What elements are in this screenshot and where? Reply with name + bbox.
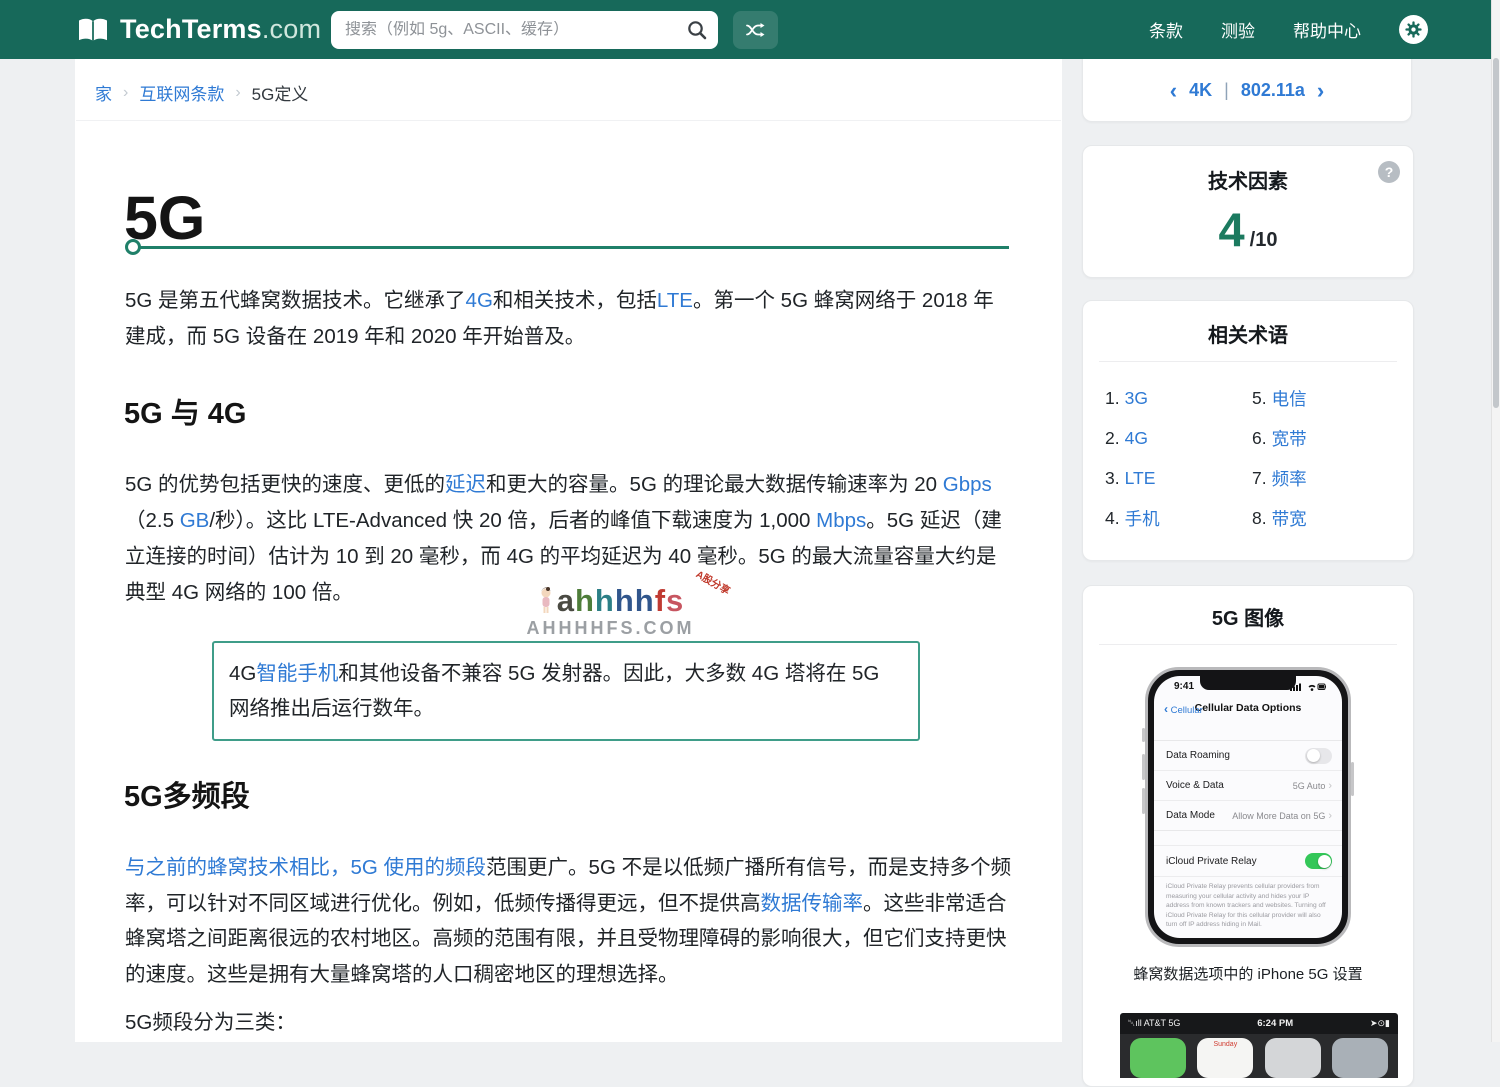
- top-navigation: 条款 测验 帮助中心: [1149, 0, 1428, 59]
- phone-row-data-mode: Data Mode Allow More Data on 5G›: [1154, 800, 1342, 830]
- related-link-broadband[interactable]: 宽带: [1272, 426, 1307, 451]
- breadcrumb-home-link[interactable]: 家: [95, 80, 112, 105]
- tech-factor-title: 技术因素: [1083, 165, 1413, 194]
- list-item: 3.LTE: [1105, 458, 1252, 498]
- app-icon: [1130, 1038, 1186, 1078]
- phone-status-time: 9:41: [1174, 681, 1194, 692]
- list-item: 7.频率: [1252, 458, 1399, 498]
- list-item: 5.电信: [1252, 378, 1399, 418]
- tech-factor-card: 技术因素 ? 4 /10: [1082, 145, 1414, 278]
- section-heading-5g-bands: 5G多频段: [124, 773, 250, 815]
- prev-term-link[interactable]: 4K: [1189, 80, 1212, 101]
- related-link-phone[interactable]: 手机: [1125, 506, 1160, 531]
- iphone-settings-image: 9:41 ‹ Cellular Cellular Data Options Da…: [1145, 667, 1351, 947]
- section-heading-5g-vs-4g: 5G 与 4G: [124, 390, 247, 432]
- chevron-right-icon: ›: [1328, 780, 1332, 792]
- tech-factor-score: 4: [1219, 202, 1245, 257]
- underline-line: [140, 246, 1009, 249]
- shuffle-icon: [746, 22, 766, 38]
- list-item: 1.3G: [1105, 378, 1252, 418]
- link-lte[interactable]: LTE: [657, 289, 693, 312]
- iphone-homescreen-image: ␀ıll AT&T 5G 6:24 PM ➤⊙▮ Sunday: [1120, 1013, 1398, 1073]
- related-link-bandwidth[interactable]: 带宽: [1272, 506, 1307, 531]
- image-caption: 蜂窝数据选项中的 iPhone 5G 设置: [1083, 963, 1413, 984]
- related-link-frequency[interactable]: 频率: [1272, 466, 1307, 491]
- link-gb[interactable]: GB: [180, 509, 210, 532]
- nav-terms[interactable]: 条款: [1149, 17, 1183, 42]
- underline-dot: [125, 239, 141, 255]
- search-icon[interactable]: [686, 19, 708, 41]
- card-divider: [1099, 644, 1397, 645]
- phone-row-voice-data: Voice & Data 5G Auto›: [1154, 770, 1342, 800]
- phone-notch: [1200, 676, 1296, 690]
- site-logo[interactable]: TechTerms.com: [75, 0, 321, 59]
- intro-paragraph: 5G 是第五代蜂窝数据技术。它继承了4G和相关技术，包括LTE。第一个 5G 蜂…: [125, 283, 1011, 355]
- list-item: 8.带宽: [1252, 498, 1399, 538]
- settings-gear-icon[interactable]: [1399, 15, 1428, 44]
- homescreen-carrier: ␀ıll AT&T 5G: [1128, 1018, 1180, 1029]
- app-icon: [1265, 1038, 1321, 1078]
- 5g-image-card: 5G 图像 9:41 ‹ Cellular Cellular Data Opti…: [1082, 585, 1414, 1087]
- related-terms-title: 相关术语: [1083, 319, 1413, 348]
- phone-row-data-roaming: Data Roaming: [1154, 741, 1342, 770]
- link-data-transfer-rate[interactable]: 数据传输率: [761, 892, 864, 915]
- link-4g[interactable]: 4G: [466, 289, 493, 312]
- watermark-wordmark: ahhhhfs: [557, 586, 685, 616]
- link-frequency-bands[interactable]: 与之前的蜂窝技术相比，5G 使用的频段: [125, 856, 486, 879]
- list-item: 2.4G: [1105, 418, 1252, 458]
- breadcrumb-section-link[interactable]: 互联网条款: [139, 80, 224, 105]
- breadcrumb-divider: [76, 120, 1061, 121]
- title-underline: [125, 239, 1009, 255]
- related-link-4g[interactable]: 4G: [1125, 428, 1148, 449]
- nav-quizzes[interactable]: 测验: [1221, 17, 1255, 42]
- search-input[interactable]: [331, 21, 686, 39]
- toggle-off: [1305, 748, 1332, 764]
- chevron-right-icon: ›: [1328, 810, 1332, 822]
- chevron-left-icon[interactable]: ‹: [1170, 82, 1177, 100]
- callout-quote-box: 4G智能手机和其他设备不兼容 5G 发射器。因此，大多数 4G 塔将在 5G 网…: [212, 641, 920, 741]
- related-terms-list: 1.3G 2.4G 3.LTE 4.手机 5.电信 6.宽带 7.频率 8.带宽: [1083, 362, 1413, 552]
- bands-paragraph: 与之前的蜂窝技术相比，5G 使用的频段范围更广。5G 不是以低频广播所有信号，而…: [125, 850, 1014, 992]
- homescreen-time: 6:24 PM: [1257, 1018, 1293, 1029]
- watermark-domain: AHHHHFS.COM: [503, 618, 718, 639]
- toggle-on: [1305, 853, 1332, 869]
- book-icon: [75, 16, 111, 44]
- list-item: 4.手机: [1105, 498, 1252, 538]
- pager-divider: |: [1224, 80, 1229, 101]
- related-terms-card: 相关术语 1.3G 2.4G 3.LTE 4.手机 5.电信 6.宽带 7.频率…: [1082, 300, 1414, 561]
- search-box: [331, 11, 718, 49]
- image-card-title: 5G 图像: [1083, 602, 1413, 631]
- app-icon: [1332, 1038, 1388, 1078]
- breadcrumb-current: 5G定义: [252, 80, 309, 105]
- chevron-right-icon[interactable]: ›: [1317, 82, 1324, 100]
- site-header: TechTerms.com 条款 测验 帮助中心: [0, 0, 1500, 59]
- tech-factor-outof: /10: [1250, 229, 1278, 252]
- phone-relay-description: iCloud Private Relay prevents cellular p…: [1166, 882, 1330, 930]
- next-term-link[interactable]: 802.11a: [1241, 80, 1305, 101]
- phone-row-private-relay: iCloud Private Relay: [1154, 845, 1342, 877]
- random-term-button[interactable]: [733, 11, 778, 49]
- link-smartphone[interactable]: 智能手机: [256, 662, 338, 685]
- related-link-telecom[interactable]: 电信: [1272, 386, 1307, 411]
- bands-intro-line: 5G频段分为三类：: [125, 1005, 1011, 1041]
- scrollbar-thumb[interactable]: [1493, 58, 1499, 408]
- link-latency[interactable]: 延迟: [445, 473, 486, 496]
- list-item: 6.宽带: [1252, 418, 1399, 458]
- chevron-right-icon: ›: [235, 84, 240, 102]
- page-scrollbar[interactable]: [1491, 0, 1500, 1042]
- related-link-3g[interactable]: 3G: [1125, 388, 1148, 409]
- phone-back-link: ‹ Cellular: [1164, 702, 1203, 716]
- breadcrumb: 家 › 互联网条款 › 5G定义: [95, 80, 308, 105]
- watermark: ahhhhfs A股分享 AHHHHFS.COM: [503, 586, 718, 639]
- calendar-app-icon: Sunday: [1197, 1038, 1253, 1078]
- mascot-icon: [537, 586, 555, 616]
- link-gbps[interactable]: Gbps: [943, 473, 992, 496]
- nav-help-center[interactable]: 帮助中心: [1293, 17, 1361, 42]
- logo-text: TechTerms.com: [120, 14, 321, 45]
- related-link-lte[interactable]: LTE: [1125, 468, 1156, 489]
- link-mbps[interactable]: Mbps: [816, 509, 866, 532]
- help-icon[interactable]: ?: [1378, 161, 1400, 183]
- chevron-right-icon: ›: [123, 84, 128, 102]
- homescreen-status-icons: ➤⊙▮: [1370, 1018, 1390, 1029]
